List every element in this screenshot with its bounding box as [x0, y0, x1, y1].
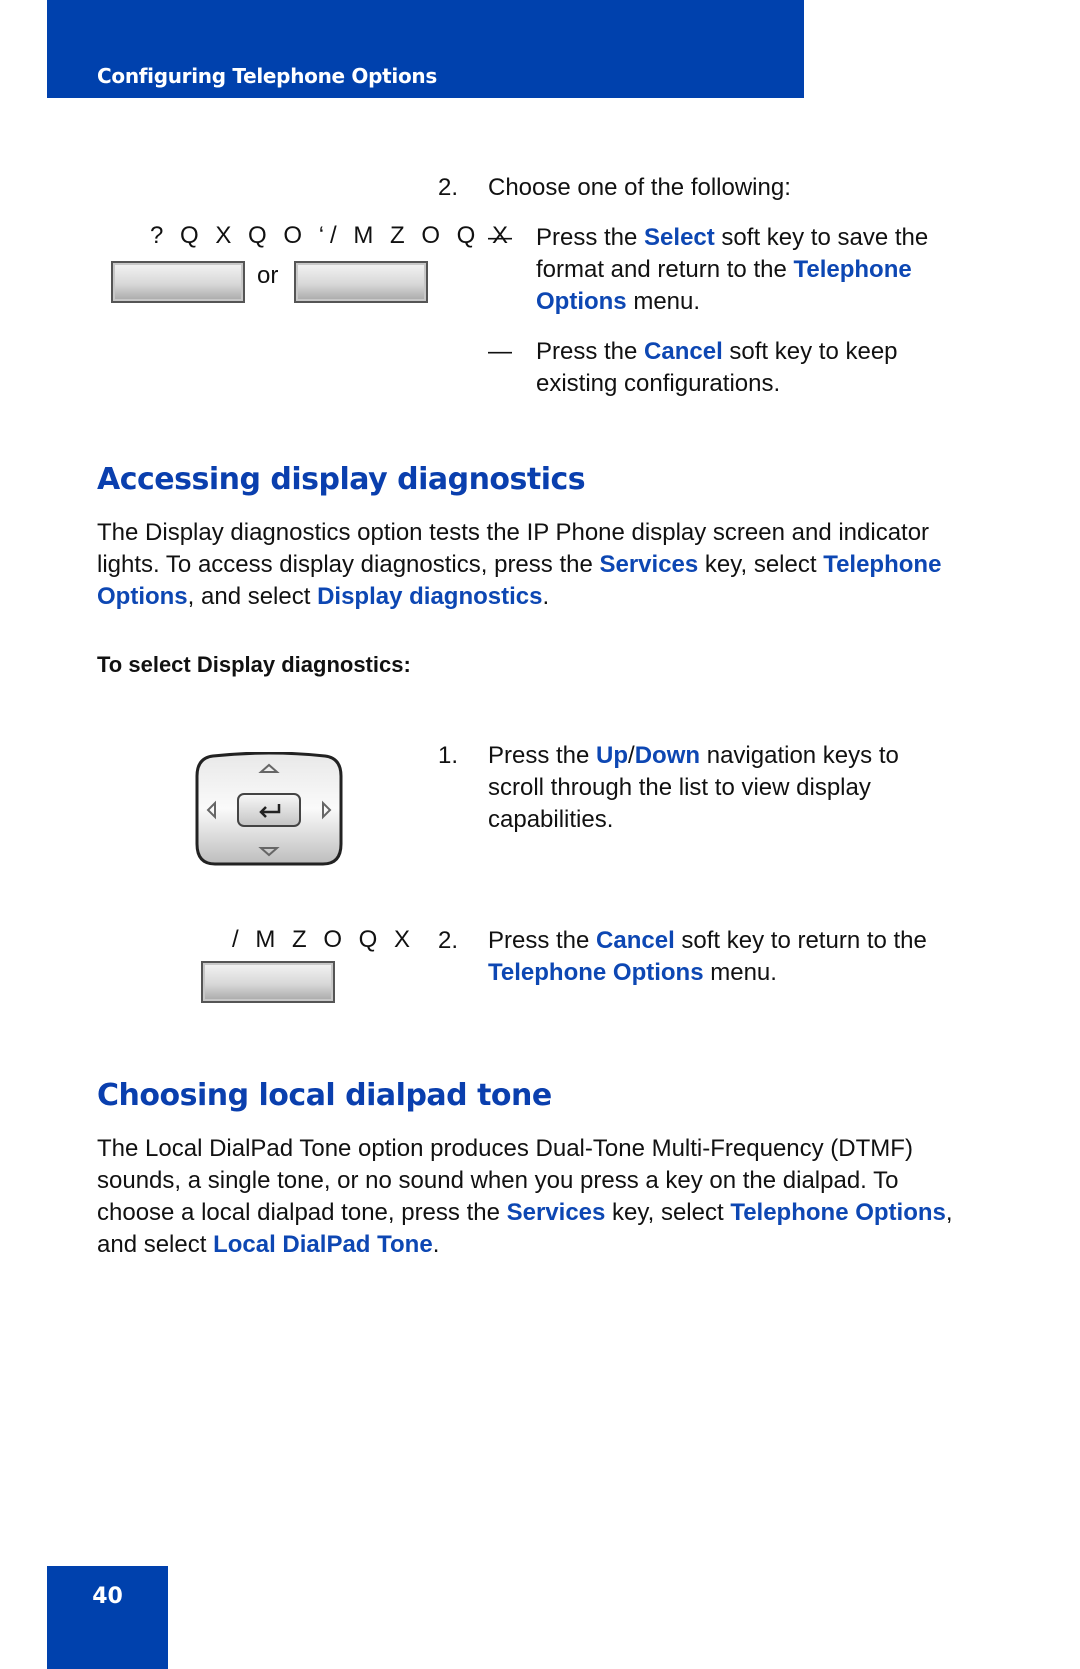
select-softkey[interactable] — [111, 261, 245, 303]
cancel-key-ref: Cancel — [644, 338, 723, 365]
step-number: 2. — [438, 174, 459, 201]
chapter-title: Configuring Telephone Options — [97, 64, 437, 88]
option-select-text: Press the Select soft key to save the fo… — [536, 224, 929, 315]
page-number: 40 — [92, 1584, 123, 1609]
softkey-label-cancel: / M Z O Q X — [232, 926, 416, 953]
page-number-box: 40 — [47, 1566, 168, 1669]
procedure-subheading: To select Display diagnostics: — [97, 652, 411, 677]
option-cancel-text: Press the Cancel soft key to keep existi… — [536, 338, 898, 397]
enter-key — [237, 793, 301, 827]
step-number: 1. — [438, 742, 459, 769]
softkey-label-select: ? Q X Q O ‘ — [150, 222, 330, 249]
step-number: 2. — [438, 927, 459, 954]
cancel-softkey[interactable] — [201, 961, 335, 1003]
section-title-local-dialpad-tone: Choosing local dialpad tone — [97, 1078, 552, 1113]
navigation-cluster-icon[interactable] — [193, 752, 345, 868]
softkey-label-cancel: / M Z O Q X — [330, 222, 514, 249]
dash: — — [488, 224, 512, 251]
step1-text: Press the Up/Down navigation keys to scr… — [488, 742, 899, 833]
dash: — — [488, 338, 512, 365]
section2-paragraph: The Local DialPad Tone option produces D… — [97, 1135, 953, 1258]
chapter-header: Configuring Telephone Options — [47, 0, 804, 98]
section1-paragraph: The Display diagnostics option tests the… — [97, 519, 942, 610]
cancel-softkey[interactable] — [294, 261, 428, 303]
or-label: or — [257, 262, 279, 289]
select-key-ref: Select — [644, 224, 715, 251]
step2-text: Press the Cancel soft key to return to t… — [488, 927, 927, 986]
step-text: Choose one of the following: — [488, 174, 791, 201]
section-title-display-diagnostics: Accessing display diagnostics — [97, 462, 586, 497]
